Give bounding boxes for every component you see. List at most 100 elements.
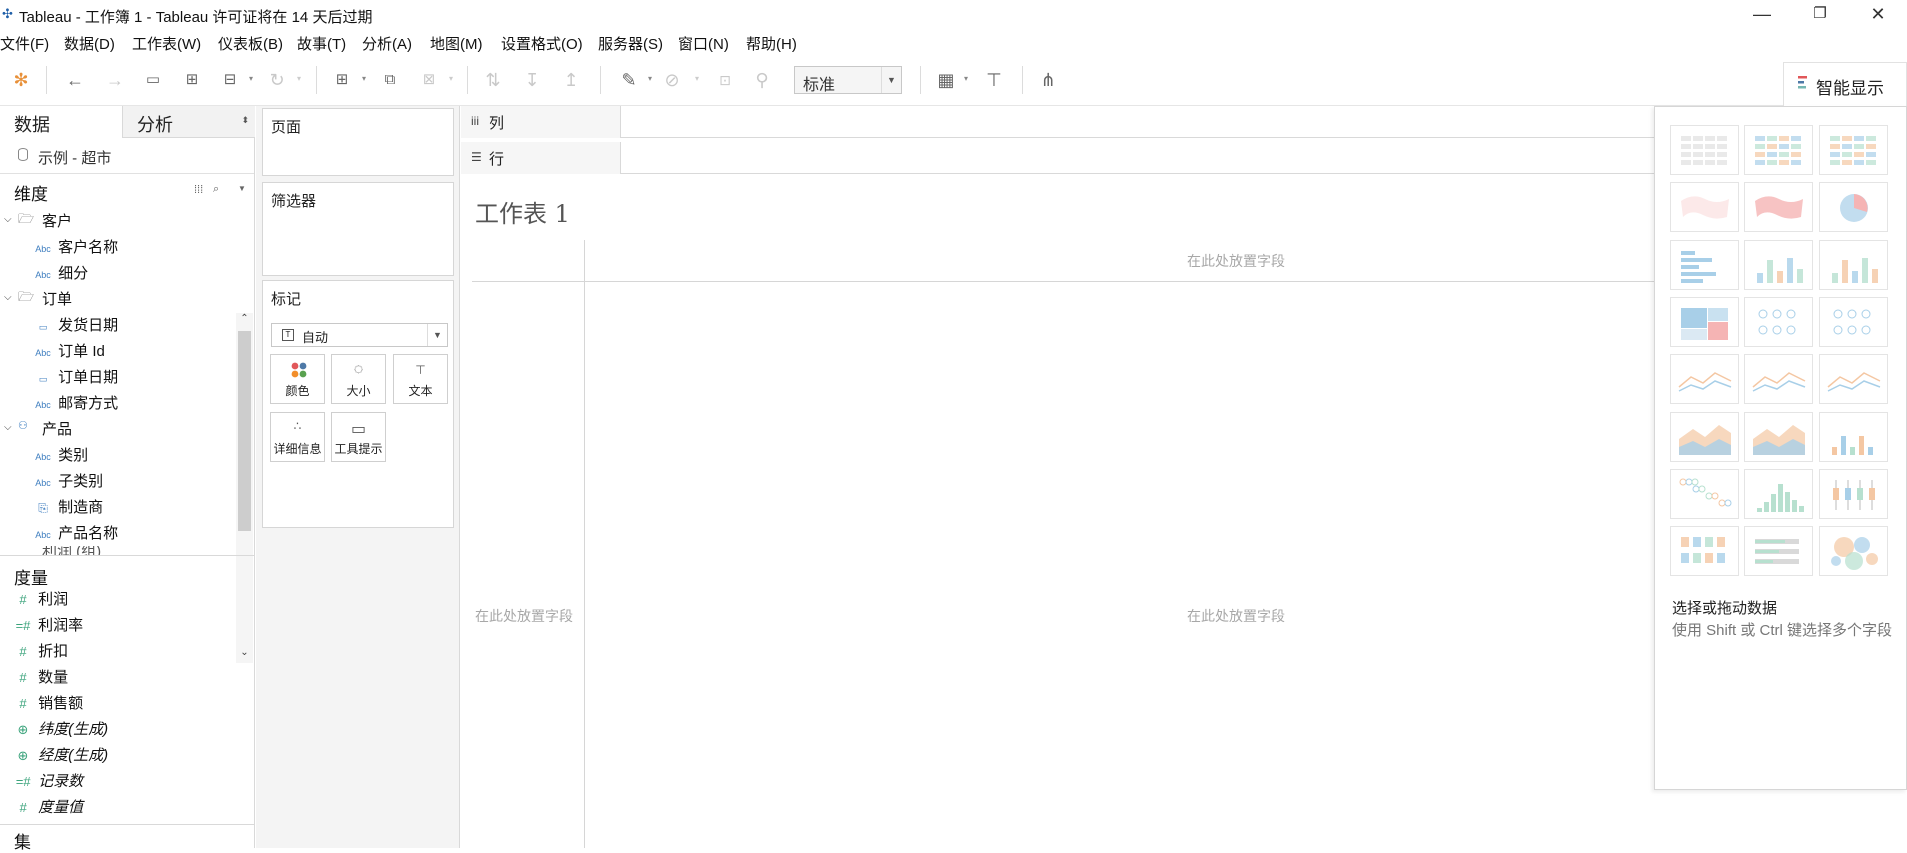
menu-worksheet[interactable]: 工作表(W) — [132, 33, 201, 54]
text-table-icon[interactable] — [1670, 125, 1739, 175]
show-cards-icon[interactable]: ▦ — [934, 68, 958, 92]
pane-menu-caret-icon[interactable]: ▼ — [238, 184, 246, 193]
clear-sheet-caret-icon[interactable]: ▾ — [449, 74, 453, 83]
side-by-side-circles-icon[interactable] — [1819, 296, 1888, 347]
dimension-field[interactable]: ⎘ 制造商 — [32, 496, 103, 522]
scatter-plot-icon[interactable] — [1670, 468, 1739, 519]
packed-bubbles-icon[interactable] — [1819, 526, 1888, 577]
tab-data[interactable]: 数据 — [0, 106, 122, 138]
fit-select[interactable]: 标准 ▼ — [794, 66, 902, 94]
measure-field[interactable]: # 利润 — [12, 588, 68, 614]
treemap-icon[interactable] — [1670, 296, 1739, 347]
area-discrete-icon[interactable] — [1744, 411, 1813, 462]
symbol-map-icon[interactable] — [1670, 182, 1739, 233]
sort-ascending-icon[interactable]: ↧ — [520, 68, 544, 92]
share-icon[interactable]: ⋔ — [1036, 68, 1060, 92]
presentation-mode-icon[interactable]: ⊤ — [982, 68, 1006, 92]
menu-file[interactable]: 文件(F) — [0, 33, 49, 54]
heat-map-icon[interactable] — [1744, 125, 1813, 175]
show-mark-labels-icon[interactable]: ⊡ — [713, 68, 737, 92]
sheet-title[interactable]: 工作表 1 — [475, 194, 570, 229]
new-data-source-icon[interactable]: ⊞ — [180, 68, 204, 92]
menu-dashboard[interactable]: 仪表板(B) — [218, 33, 283, 54]
size-button[interactable]: ◌ 大小 — [331, 354, 386, 404]
label-button[interactable]: ⊤ 文本 — [393, 354, 448, 404]
dimension-field[interactable]: Abc 订单 Id — [32, 340, 105, 366]
mark-type-select[interactable]: T 自动 ▼ — [271, 323, 448, 347]
menu-map[interactable]: 地图(M) — [430, 33, 483, 54]
menu-data[interactable]: 数据(D) — [64, 33, 115, 54]
dimension-field[interactable]: 利润 (组) — [42, 546, 101, 555]
measure-field[interactable]: # 度量值 — [12, 796, 83, 822]
dimension-field[interactable]: Abc 类别 — [32, 444, 88, 470]
save-icon[interactable]: ▭ — [141, 68, 165, 92]
box-whisker-icon[interactable] — [1819, 468, 1888, 519]
measure-field[interactable]: # 折扣 — [12, 640, 68, 666]
clear-sheet-icon[interactable]: ⊠ — [417, 68, 441, 92]
measure-field[interactable]: =# 记录数 — [12, 770, 84, 796]
highlight-caret-icon[interactable]: ▾ — [648, 74, 652, 83]
menu-window[interactable]: 窗口(N) — [678, 33, 729, 54]
dimension-field[interactable]: ▭ 发货日期 — [32, 314, 118, 340]
show-cards-caret-icon[interactable]: ▾ — [964, 74, 968, 83]
menu-help[interactable]: 帮助(H) — [746, 33, 797, 54]
refresh-caret-icon[interactable]: ▾ — [297, 74, 301, 83]
search-icon[interactable]: ⌕ — [213, 183, 219, 196]
measure-field[interactable]: # 销售额 — [12, 692, 83, 718]
fix-axes-icon[interactable]: ⚲ — [750, 68, 774, 92]
histogram-icon[interactable] — [1744, 468, 1813, 519]
pages-card[interactable]: 页面 — [262, 108, 454, 176]
continuous-lines-icon[interactable] — [1670, 354, 1739, 405]
menu-story[interactable]: 故事(T) — [297, 33, 346, 54]
redo-icon[interactable]: → — [103, 68, 127, 92]
stacked-bars-icon[interactable] — [1744, 239, 1813, 290]
detail-button[interactable]: ∴ 详细信息 — [270, 412, 325, 462]
dimension-field[interactable]: Abc 产品名称 — [32, 522, 118, 548]
pause-updates-caret-icon[interactable]: ▾ — [249, 74, 253, 83]
bullet-graph-icon[interactable] — [1744, 526, 1813, 577]
menu-analysis[interactable]: 分析(A) — [362, 33, 412, 54]
measure-field[interactable]: ⊕ 纬度(生成) — [12, 718, 109, 744]
tooltip-button[interactable]: ▭ 工具提示 — [331, 412, 386, 462]
circle-views-icon[interactable] — [1744, 296, 1813, 347]
close-button[interactable]: ✕ — [1849, 0, 1907, 30]
dual-combination-icon[interactable] — [1819, 411, 1888, 462]
color-button[interactable]: 颜色 — [270, 354, 325, 404]
menu-server[interactable]: 服务器(S) — [598, 33, 663, 54]
drop-field-rows-zone[interactable]: 在此处放置字段 — [475, 606, 573, 626]
discrete-lines-icon[interactable] — [1744, 354, 1813, 405]
dimension-field[interactable]: Abc 客户名称 — [32, 236, 118, 262]
dual-lines-icon[interactable] — [1819, 354, 1888, 405]
new-worksheet-caret-icon[interactable]: ▾ — [362, 74, 366, 83]
dimension-field[interactable]: Abc 邮寄方式 — [32, 392, 118, 418]
gantt-chart-icon[interactable] — [1670, 526, 1739, 577]
dimension-field[interactable]: Abc 细分 — [32, 262, 88, 288]
scroll-up-icon[interactable]: ⌃ — [236, 313, 253, 329]
scroll-down-icon[interactable]: ⌄ — [236, 647, 253, 663]
collapse-icon[interactable]: ⌵ — [4, 422, 12, 433]
dimensions-scrollbar[interactable]: ⌃ ⌄ — [236, 313, 253, 663]
drop-field-center-zone[interactable]: 在此处放置字段 — [1187, 606, 1285, 626]
collapse-icon[interactable]: ⌵ — [4, 214, 12, 225]
data-source-item[interactable]: 示例 - 超市 — [0, 138, 254, 174]
swap-icon[interactable]: ⇅ — [481, 68, 505, 92]
area-continuous-icon[interactable] — [1670, 411, 1739, 462]
duplicate-icon[interactable]: ⧉ — [378, 68, 402, 92]
maximize-button[interactable]: ❐ — [1791, 0, 1849, 30]
refresh-icon[interactable]: ↻ — [265, 68, 289, 92]
highlight-icon[interactable]: ✎ — [617, 68, 641, 92]
measure-field[interactable]: # 数量 — [12, 666, 68, 692]
drop-field-columns-zone[interactable]: 在此处放置字段 — [1187, 251, 1285, 271]
sort-descending-icon[interactable]: ↥ — [559, 68, 583, 92]
horizontal-bars-icon[interactable] — [1670, 239, 1739, 290]
dimension-field[interactable]: Abc 子类别 — [32, 470, 103, 496]
menu-format[interactable]: 设置格式(O) — [501, 33, 583, 54]
dimension-field[interactable]: ▭ 订单日期 — [32, 366, 118, 392]
measure-field[interactable]: =# 利润率 — [12, 614, 84, 640]
minimize-button[interactable]: — — [1733, 0, 1791, 30]
pie-chart-icon[interactable] — [1819, 182, 1888, 233]
pause-updates-icon[interactable]: ⊟ — [218, 68, 242, 92]
undo-icon[interactable]: ← — [63, 68, 87, 92]
view-toggle-icon[interactable]: ⁞⁞⁞ — [194, 184, 203, 196]
side-by-side-bars-icon[interactable] — [1819, 239, 1888, 290]
